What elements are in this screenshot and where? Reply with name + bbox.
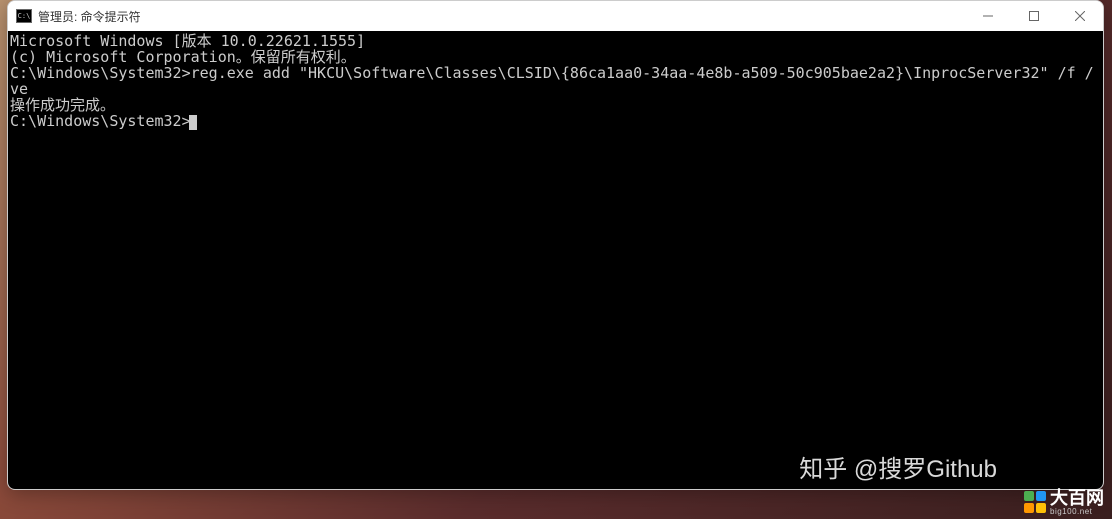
close-icon [1075, 11, 1085, 21]
dabai-watermark: 大百网 big100.net [1024, 489, 1104, 516]
dabai-logo-icon [1024, 491, 1046, 515]
cmd-icon: C:\ [16, 9, 32, 23]
dabai-text: 大百网 big100.net [1050, 489, 1104, 516]
terminal-line: 操作成功完成。 [10, 97, 1101, 113]
maximize-icon [1029, 11, 1039, 21]
maximize-button[interactable] [1011, 1, 1057, 31]
terminal-output[interactable]: Microsoft Windows [版本 10.0.22621.1555](c… [8, 31, 1103, 489]
close-button[interactable] [1057, 1, 1103, 31]
terminal-line: (c) Microsoft Corporation。保留所有权利。 [10, 49, 1101, 65]
minimize-button[interactable] [965, 1, 1011, 31]
cursor [189, 115, 197, 130]
dabai-main-text: 大百网 [1050, 489, 1104, 507]
terminal-line: C:\Windows\System32>reg.exe add "HKCU\So… [10, 65, 1101, 97]
window-title: 管理员: 命令提示符 [38, 8, 141, 25]
terminal-line: Microsoft Windows [版本 10.0.22621.1555] [10, 33, 1101, 49]
command-prompt-window: C:\ 管理员: 命令提示符 Microsoft Windows [版本 10.… [7, 0, 1104, 490]
terminal-prompt: C:\Windows\System32> [10, 112, 191, 130]
minimize-icon [983, 11, 993, 21]
zhihu-watermark: 知乎 @搜罗Github [799, 449, 997, 484]
titlebar[interactable]: C:\ 管理员: 命令提示符 [8, 1, 1103, 31]
window-controls [965, 1, 1103, 31]
dabai-sub-text: big100.net [1050, 508, 1104, 516]
